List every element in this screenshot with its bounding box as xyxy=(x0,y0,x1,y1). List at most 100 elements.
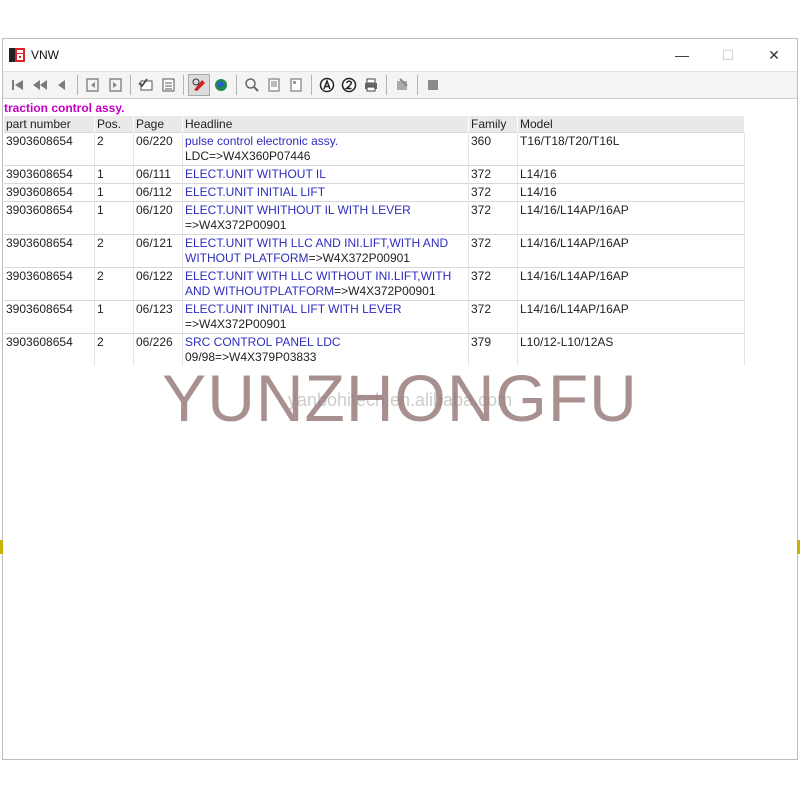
headline-continuation: AND WITHOUTPLATFORM=>W4X372P00901 xyxy=(185,284,466,299)
toolbar-separator xyxy=(236,75,237,95)
first-page-icon[interactable] xyxy=(7,74,29,96)
family-cell: 372 xyxy=(468,300,518,334)
title-bar[interactable]: VNW — ☐ ✕ xyxy=(3,39,797,71)
pos-cell: 1 xyxy=(94,300,134,334)
headline-link[interactable]: ELECT.UNIT WHITHOUT IL WITH LEVER xyxy=(185,203,466,218)
toolbar-separator xyxy=(77,75,78,95)
pos-cell: 1 xyxy=(94,201,134,235)
pos-cell: 1 xyxy=(94,183,134,202)
table-row[interactable]: 3903608654 2 06/220 pulse control electr… xyxy=(4,132,745,166)
column-header-headline[interactable]: Headline xyxy=(182,116,469,133)
page-fit-icon[interactable] xyxy=(285,74,307,96)
headline-cell: ELECT.UNIT WITH LLC AND INI.LIFT,WITH AN… xyxy=(182,234,469,268)
page-icon[interactable] xyxy=(263,74,285,96)
back-book-icon[interactable] xyxy=(82,74,104,96)
table-header-row: part number Pos. Page Headline Family Mo… xyxy=(4,116,745,133)
page-cell: 06/112 xyxy=(133,183,183,202)
pos-cell: 1 xyxy=(94,165,134,184)
page-cell: 06/121 xyxy=(133,234,183,268)
headline-note: LDC=>W4X360P07446 xyxy=(185,149,311,163)
circle-a-icon[interactable] xyxy=(316,74,338,96)
maximize-button[interactable]: ☐ xyxy=(705,39,751,71)
forward-book-icon[interactable] xyxy=(104,74,126,96)
pen-tool-icon[interactable] xyxy=(188,74,210,96)
zoom-icon[interactable] xyxy=(241,74,263,96)
watermark-text: YUNZHONGFU xyxy=(162,361,638,435)
headline-cell: ELECT.UNIT WHITHOUT IL WITH LEVER =>W4X3… xyxy=(182,201,469,235)
headline-link-continued[interactable]: AND WITHOUTPLATFORM xyxy=(185,284,334,298)
previous-icon[interactable] xyxy=(51,74,73,96)
page-cell: 06/220 xyxy=(133,132,183,166)
headline-cell: ELECT.UNIT WITH LLC WITHOUT INI.LIFT,WIT… xyxy=(182,267,469,301)
list-check-icon[interactable] xyxy=(135,74,157,96)
table-row[interactable]: 3903608654 2 06/122 ELECT.UNIT WITH LLC … xyxy=(4,267,745,301)
family-cell: 372 xyxy=(468,267,518,301)
headline-link[interactable]: SRC CONTROL PANEL LDC xyxy=(185,335,466,350)
column-header-part-number[interactable]: part number xyxy=(4,116,95,133)
part-number-cell: 3903608654 xyxy=(4,201,95,235)
family-cell: 372 xyxy=(468,234,518,268)
column-header-model[interactable]: Model xyxy=(517,116,745,133)
headline-note: =>W4X372P00901 xyxy=(334,284,436,298)
family-cell: 372 xyxy=(468,183,518,202)
headline-link[interactable]: ELECT.UNIT WITH LLC AND INI.LIFT,WITH AN… xyxy=(185,236,466,251)
part-number-cell: 3903608654 xyxy=(4,300,95,334)
family-cell: 360 xyxy=(468,132,518,166)
part-number-cell: 3903608654 xyxy=(4,234,95,268)
headline-note: =>W4X372P00901 xyxy=(185,317,287,331)
table-row[interactable]: 3903608654 1 06/120 ELECT.UNIT WHITHOUT … xyxy=(4,201,745,235)
printer-icon[interactable] xyxy=(360,74,382,96)
column-header-page[interactable]: Page xyxy=(133,116,183,133)
page-cell: 06/120 xyxy=(133,201,183,235)
family-cell: 372 xyxy=(468,201,518,235)
close-button[interactable]: ✕ xyxy=(751,39,797,71)
table-row[interactable]: 3903608654 2 06/121 ELECT.UNIT WITH LLC … xyxy=(4,234,745,268)
headline-note: =>W4X372P00901 xyxy=(185,218,287,232)
column-header-pos[interactable]: Pos. xyxy=(94,116,134,133)
toolbar-separator xyxy=(386,75,387,95)
app-logo-icon xyxy=(9,48,25,62)
annotate-icon[interactable] xyxy=(391,74,413,96)
column-header-family[interactable]: Family xyxy=(468,116,518,133)
model-cell: L14/16/L14AP/16AP xyxy=(517,267,745,301)
model-cell: L14/16/L14AP/16AP xyxy=(517,300,745,334)
table-row[interactable]: 3903608654 1 06/123 ELECT.UNIT INITIAL L… xyxy=(4,300,745,334)
globe-icon[interactable] xyxy=(210,74,232,96)
stop-icon[interactable] xyxy=(422,74,444,96)
left-edge-mark xyxy=(0,540,3,554)
headline-cell: ELECT.UNIT INITIAL LIFT xyxy=(182,183,469,202)
toolbar-separator xyxy=(130,75,131,95)
circle-2-icon[interactable] xyxy=(338,74,360,96)
headline-link-continued[interactable]: WITHOUT PLATFORM xyxy=(185,251,309,265)
part-number-cell: 3903608654 xyxy=(4,165,95,184)
headline-continuation: WITHOUT PLATFORM=>W4X372P00901 xyxy=(185,251,466,266)
page-cell: 06/123 xyxy=(133,300,183,334)
model-cell: L14/16 xyxy=(517,183,745,202)
page-cell: 06/111 xyxy=(133,165,183,184)
checklist-icon[interactable] xyxy=(157,74,179,96)
pos-cell: 2 xyxy=(94,267,134,301)
parts-table: part number Pos. Page Headline Family Mo… xyxy=(4,116,745,366)
pos-cell: 2 xyxy=(94,132,134,166)
model-cell: T16/T18/T20/T16L xyxy=(517,132,745,166)
window-title: VNW xyxy=(31,48,59,62)
headline-link[interactable]: pulse control electronic assy. xyxy=(185,134,466,149)
headline-link[interactable]: ELECT.UNIT WITH LLC WITHOUT INI.LIFT,WIT… xyxy=(185,269,466,284)
model-cell: L14/16/L14AP/16AP xyxy=(517,201,745,235)
headline-link[interactable]: ELECT.UNIT WITHOUT IL xyxy=(185,167,466,182)
minimize-button[interactable]: — xyxy=(659,39,705,71)
headline-link[interactable]: ELECT.UNIT INITIAL LIFT WITH LEVER xyxy=(185,302,466,317)
headline-link[interactable]: ELECT.UNIT INITIAL LIFT xyxy=(185,185,466,200)
table-row[interactable]: 3903608654 1 06/112 ELECT.UNIT INITIAL L… xyxy=(4,183,745,202)
table-row[interactable]: 3903608654 1 06/111 ELECT.UNIT WITHOUT I… xyxy=(4,165,745,184)
toolbar-separator xyxy=(183,75,184,95)
headline-cell: pulse control electronic assy. LDC=>W4X3… xyxy=(182,132,469,166)
part-number-cell: 3903608654 xyxy=(4,183,95,202)
headline-note: =>W4X372P00901 xyxy=(308,251,410,265)
model-cell: L14/16 xyxy=(517,165,745,184)
headline-cell: ELECT.UNIT INITIAL LIFT WITH LEVER =>W4X… xyxy=(182,300,469,334)
part-number-cell: 3903608654 xyxy=(4,132,95,166)
rewind-icon[interactable] xyxy=(29,74,51,96)
toolbar-separator xyxy=(311,75,312,95)
results-panel: traction control assy. part number Pos. … xyxy=(3,100,797,366)
